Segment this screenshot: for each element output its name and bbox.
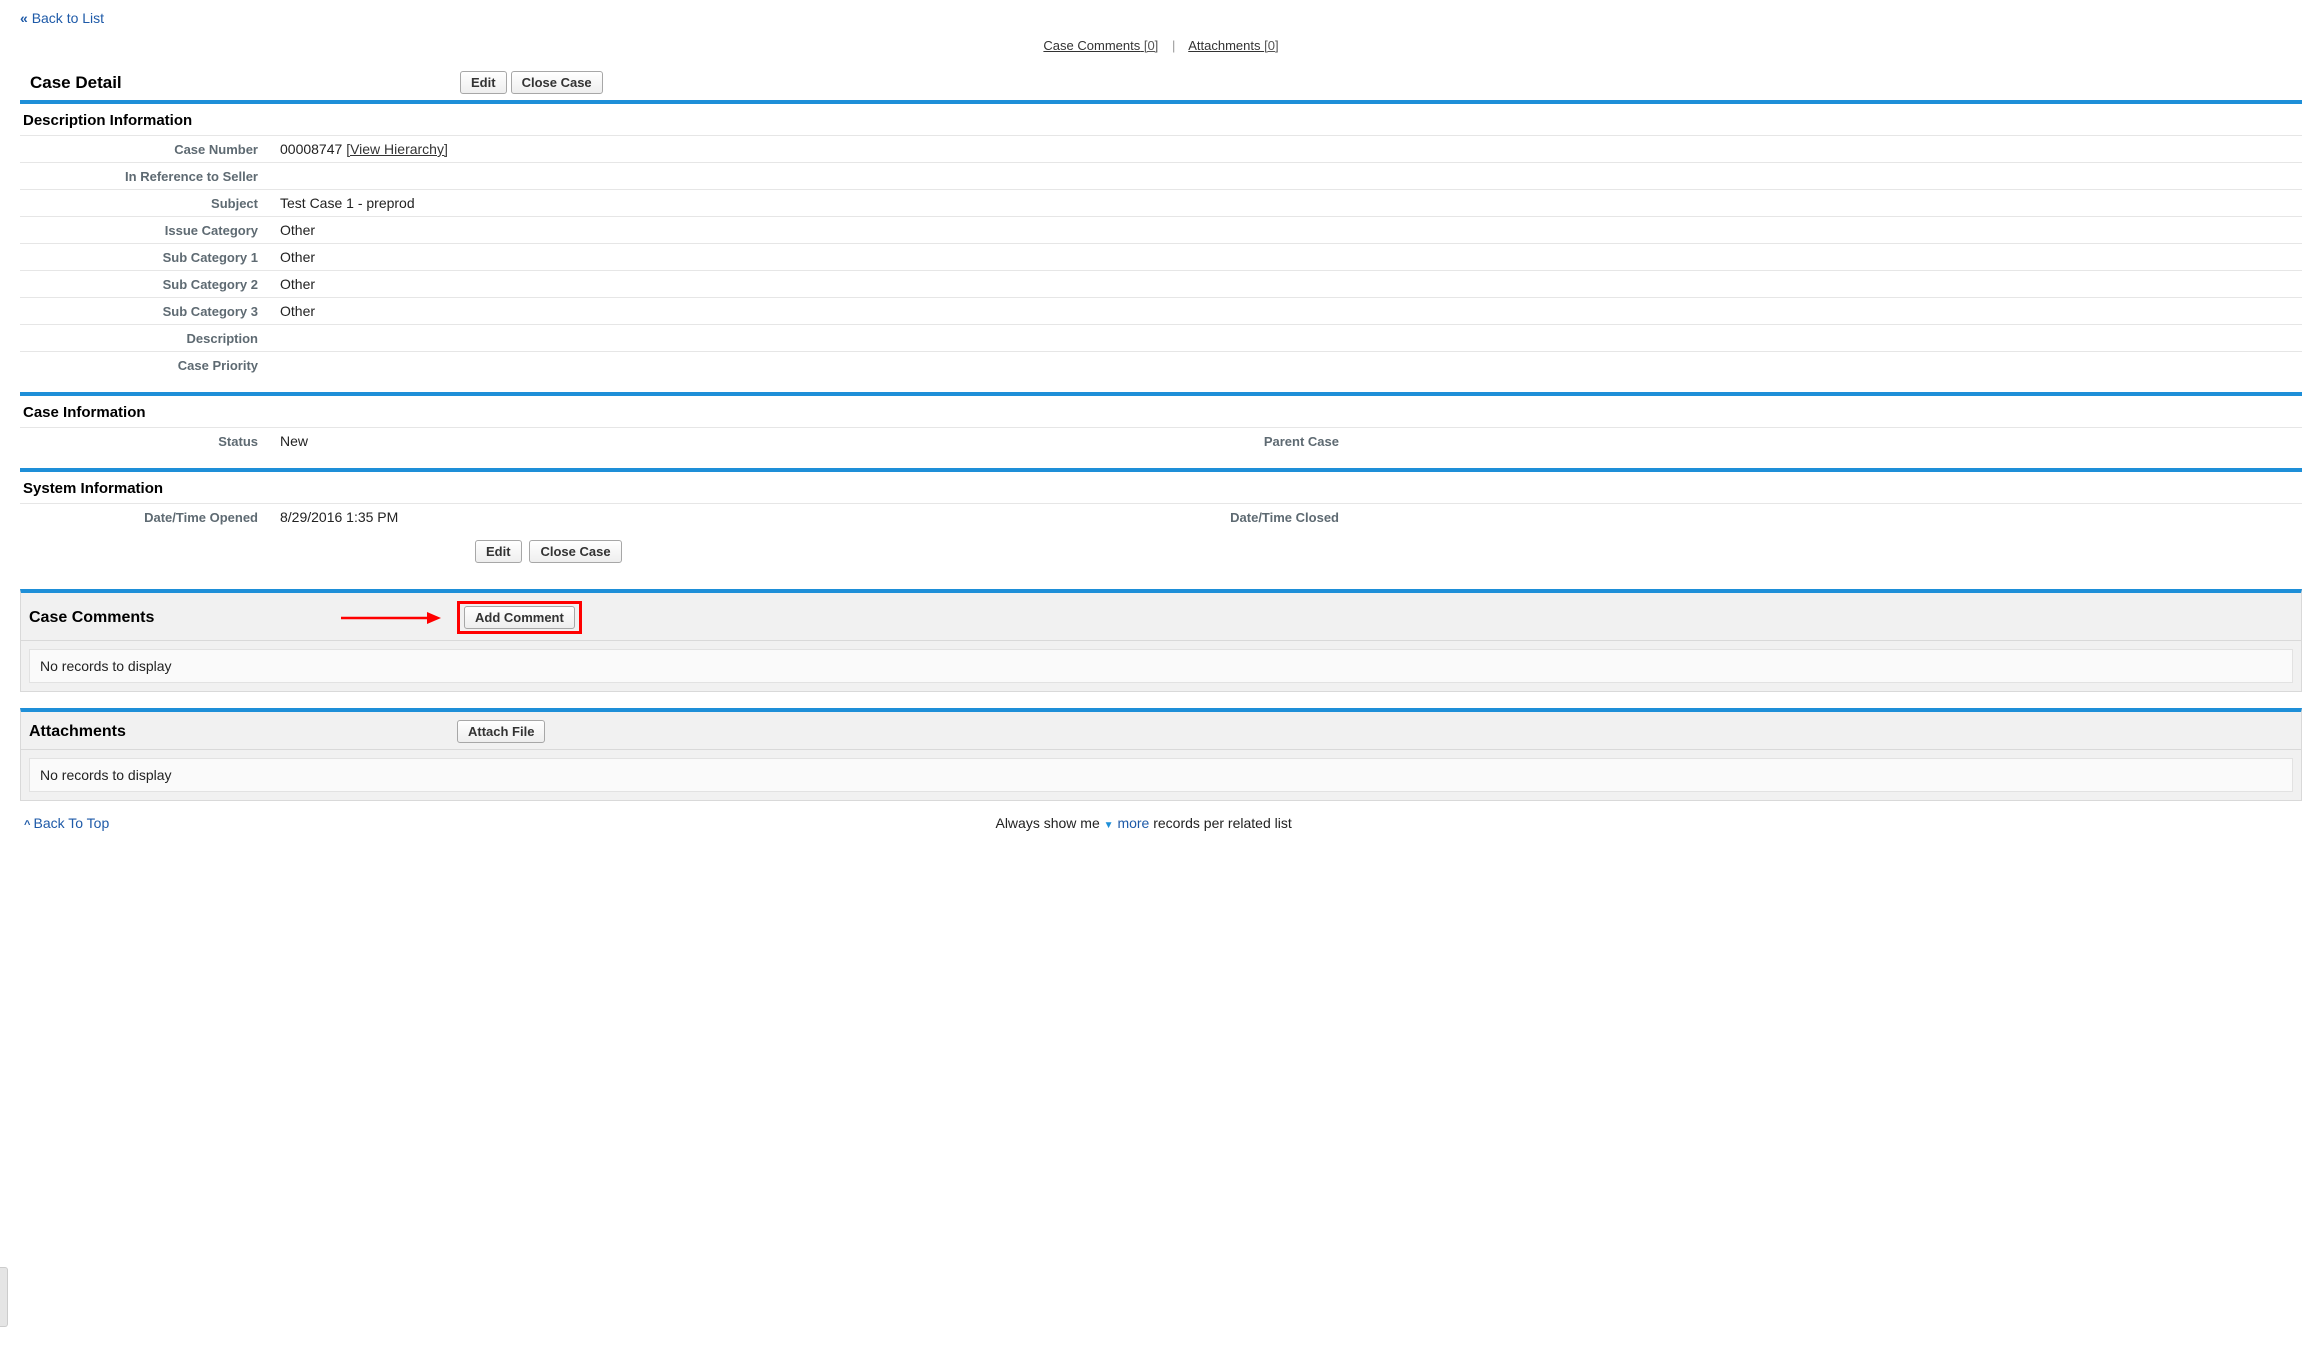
case-comments-list: Case Comments Add Comment No records to …	[20, 589, 2302, 692]
disclosure-icon: ▼	[1104, 820, 1114, 831]
label-sub2: Sub Category 2	[20, 277, 280, 292]
value-case-number: 00008747	[280, 141, 342, 157]
label-sub1: Sub Category 1	[20, 250, 280, 265]
label-sub3: Sub Category 3	[20, 304, 280, 319]
close-case-button-bottom[interactable]: Close Case	[529, 540, 621, 563]
back-to-top-link[interactable]: Back To Top	[24, 815, 109, 831]
attachments-list: Attachments Attach File No records to di…	[20, 708, 2302, 801]
label-issue-category: Issue Category	[20, 223, 280, 238]
add-comment-button[interactable]: Add Comment	[464, 606, 575, 629]
value-sub2: Other	[280, 276, 2302, 292]
attachments-title: Attachments	[27, 723, 457, 741]
field-row-priority: Case Priority	[20, 351, 2302, 378]
label-in-reference: In Reference to Seller	[20, 169, 280, 184]
view-hierarchy-link[interactable]: [View Hierarchy]	[346, 141, 448, 157]
case-comments-anchor[interactable]: Case Comments [0]	[1043, 38, 1158, 53]
attachments-anchor[interactable]: Attachments [0]	[1188, 38, 1278, 53]
records-per-list-text: Always show me ▼ more records per relate…	[109, 815, 2178, 831]
attach-file-button[interactable]: Attach File	[457, 720, 545, 743]
value-sub1: Other	[280, 249, 2302, 265]
system-info-header: System Information	[20, 472, 2302, 503]
field-row-opened-closed: Date/Time Opened 8/29/2016 1:35 PM Date/…	[20, 503, 2302, 530]
label-closed: Date/Time Closed	[1161, 510, 1361, 525]
field-row-description: Description	[20, 324, 2302, 351]
edit-button-bottom[interactable]: Edit	[475, 540, 522, 563]
label-case-number: Case Number	[20, 142, 280, 157]
label-opened: Date/Time Opened	[20, 510, 280, 525]
label-description: Description	[20, 331, 280, 346]
value-sub3: Other	[280, 303, 2302, 319]
anchor-links: Case Comments [0] | Attachments [0]	[20, 32, 2302, 63]
field-row-in-reference: In Reference to Seller	[20, 162, 2302, 189]
add-comment-highlight: Add Comment	[457, 601, 582, 634]
field-row-sub3: Sub Category 3 Other	[20, 297, 2302, 324]
value-status: New	[280, 433, 1161, 449]
value-subject: Test Case 1 - preprod	[280, 195, 2302, 211]
close-case-button[interactable]: Close Case	[511, 71, 603, 94]
field-row-sub2: Sub Category 2 Other	[20, 270, 2302, 297]
value-opened: 8/29/2016 1:35 PM	[280, 509, 1161, 525]
label-subject: Subject	[20, 196, 280, 211]
sidebar-expand-handle[interactable]	[0, 1267, 8, 1327]
label-priority: Case Priority	[20, 358, 280, 373]
edit-button[interactable]: Edit	[460, 71, 507, 94]
comments-count: [0]	[1144, 38, 1158, 53]
anchor-separator: |	[1172, 38, 1175, 53]
attachments-count: [0]	[1264, 38, 1278, 53]
case-detail-title: Case Detail	[30, 73, 460, 93]
back-to-list-link[interactable]: Back to List	[20, 10, 104, 26]
case-comments-title: Case Comments	[27, 609, 337, 627]
more-link[interactable]: more	[1117, 815, 1149, 831]
description-info-header: Description Information	[20, 104, 2302, 135]
field-row-issue-category: Issue Category Other	[20, 216, 2302, 243]
attachments-empty: No records to display	[29, 758, 2293, 792]
label-parent-case: Parent Case	[1161, 434, 1361, 449]
case-comments-empty: No records to display	[29, 649, 2293, 683]
field-row-case-number: Case Number 00008747 [View Hierarchy]	[20, 135, 2302, 162]
value-issue-category: Other	[280, 222, 2302, 238]
field-row-status-parent: Status New Parent Case	[20, 427, 2302, 454]
field-row-sub1: Sub Category 1 Other	[20, 243, 2302, 270]
annotation-arrow	[337, 610, 447, 626]
label-status: Status	[20, 434, 280, 449]
case-info-header: Case Information	[20, 396, 2302, 427]
field-row-subject: Subject Test Case 1 - preprod	[20, 189, 2302, 216]
